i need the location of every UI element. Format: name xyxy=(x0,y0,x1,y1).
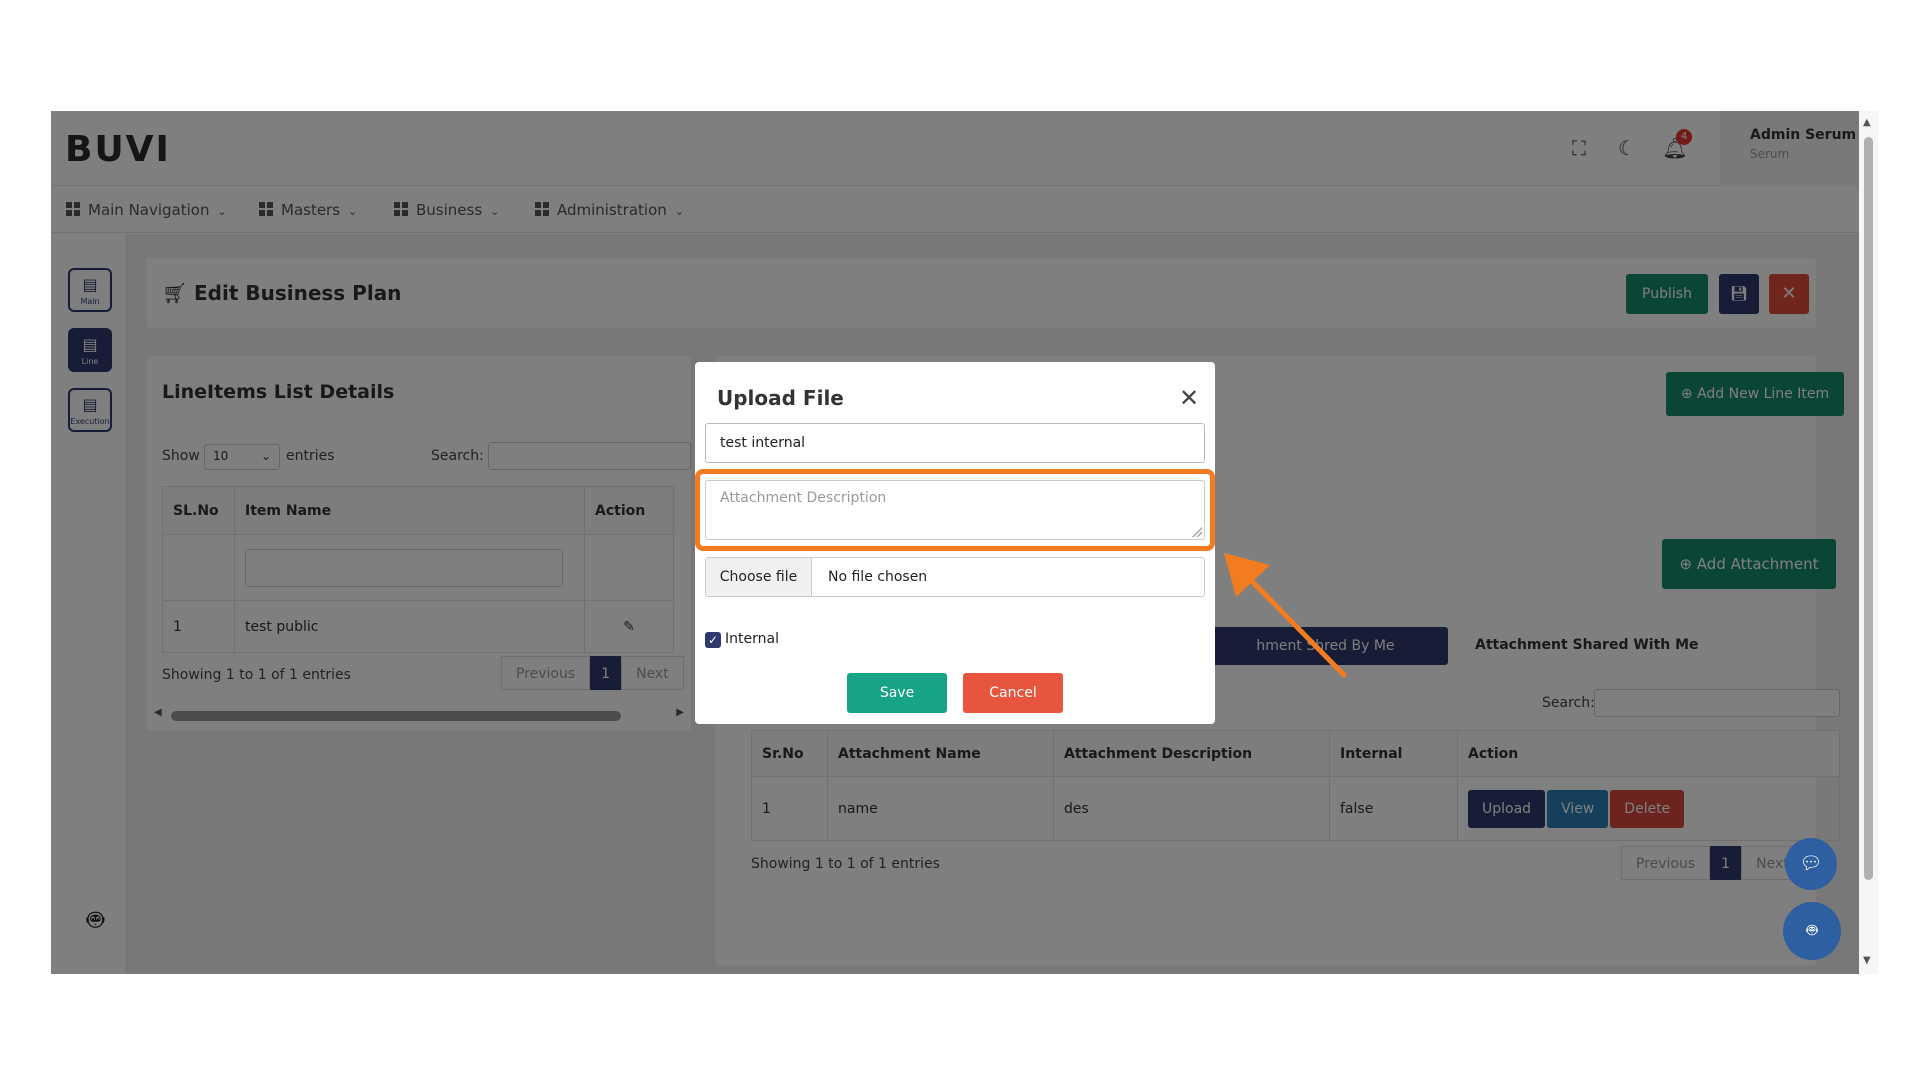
upload-file-modal: Upload File ✕ Attachment Description Cho… xyxy=(695,362,1215,724)
modal-title: Upload File xyxy=(717,386,844,410)
page-scrollbar[interactable]: ▲ ▼ xyxy=(1859,111,1878,974)
scroll-down-icon[interactable]: ▼ xyxy=(1863,955,1871,966)
save-button[interactable]: Save xyxy=(847,673,947,713)
file-input[interactable]: Choose file No file chosen xyxy=(705,557,1205,597)
choose-file-button[interactable]: Choose file xyxy=(706,558,812,596)
internal-checkbox[interactable]: ✓ xyxy=(705,632,721,648)
chat-button[interactable]: 💬︎ xyxy=(1785,838,1837,890)
annotation-arrow xyxy=(1224,553,1347,678)
chat-bubble-icon: 💬︎ xyxy=(1799,853,1823,874)
chatbot-button[interactable]: 🤖︎ xyxy=(1783,902,1841,960)
check-icon: ✓ xyxy=(707,633,719,647)
page-scroll-thumb[interactable] xyxy=(1864,137,1873,880)
robot-icon: 🤖︎ xyxy=(1806,920,1818,941)
internal-label: Internal xyxy=(725,631,779,647)
file-status: No file chosen xyxy=(828,569,928,585)
close-icon[interactable]: ✕ xyxy=(1179,386,1199,410)
scroll-up-icon[interactable]: ▲ xyxy=(1863,117,1871,128)
arrow-shaft xyxy=(1235,564,1347,678)
attachment-name-input[interactable] xyxy=(705,423,1205,463)
cancel-button[interactable]: Cancel xyxy=(963,673,1063,713)
highlight-box xyxy=(695,469,1215,551)
